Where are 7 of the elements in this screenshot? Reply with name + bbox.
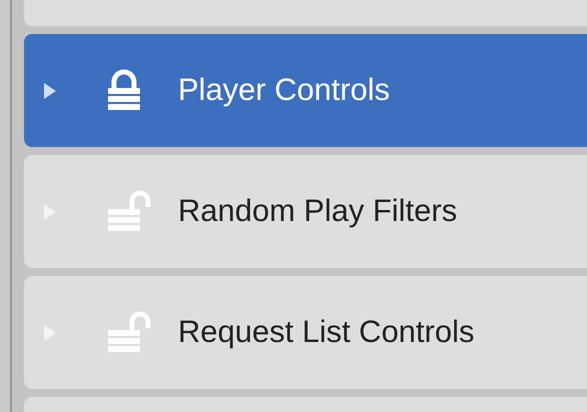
item-label: Random Play Filters (178, 192, 458, 230)
list-item[interactable]: Player Controls (24, 34, 587, 147)
expand-arrow-icon[interactable] (44, 82, 56, 98)
item-label: Player Controls (178, 71, 390, 110)
list-item[interactable]: Request List Controls (24, 276, 587, 389)
list-item[interactable]: Random Play Filters (24, 155, 587, 268)
item-label: Request List Controls (178, 313, 474, 352)
